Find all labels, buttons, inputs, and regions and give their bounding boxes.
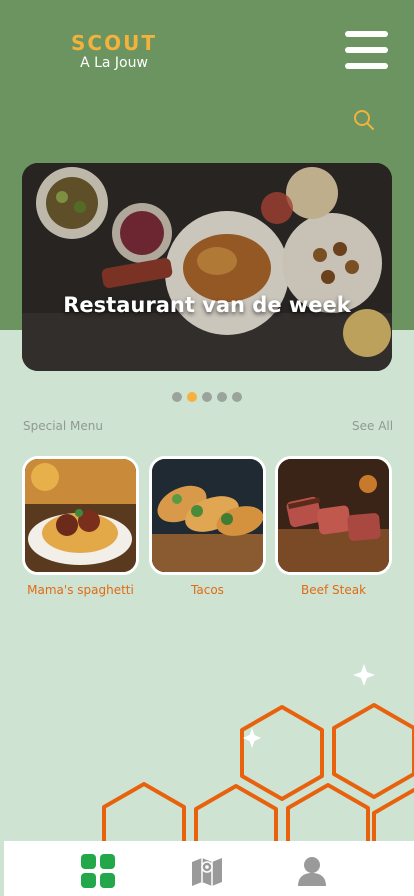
hamburger-line <box>345 47 388 53</box>
search-icon <box>354 110 374 130</box>
brand-logo: SCOUT A La Jouw <box>70 32 158 72</box>
hero-title: Restaurant van de week <box>63 293 351 317</box>
menu-card-label: Beef Steak <box>300 583 367 597</box>
carousel-dot[interactable] <box>172 392 182 402</box>
see-all-link[interactable]: See All <box>352 419 393 433</box>
spaghetti-image <box>22 456 139 575</box>
decorative-hexagon-pattern <box>0 650 414 850</box>
tacos-image <box>149 456 266 575</box>
nav-profile[interactable] <box>292 851 332 891</box>
menu-card-label: Tacos <box>191 583 224 597</box>
carousel-dot[interactable] <box>217 392 227 402</box>
carousel-dot[interactable] <box>202 392 212 402</box>
brand-name: SCOUT <box>71 31 157 55</box>
nav-map[interactable] <box>187 851 227 891</box>
hamburger-icon <box>345 31 388 37</box>
menu-card-tacos[interactable]: Tacos <box>149 456 266 598</box>
nav-home[interactable] <box>78 851 118 891</box>
beef-steak-image <box>275 456 392 575</box>
grid-icon <box>81 854 115 888</box>
section-title-special-menu: Special Menu <box>23 419 103 433</box>
carousel-dot[interactable] <box>232 392 242 402</box>
user-icon <box>298 857 326 886</box>
featured-restaurant-card[interactable]: Restaurant van de week <box>22 163 392 371</box>
map-icon <box>192 858 222 886</box>
bottom-navigation <box>4 841 414 896</box>
menu-card-beef-steak[interactable]: Beef Steak <box>275 456 392 598</box>
brand-tagline: A La Jouw <box>80 55 148 71</box>
search-button[interactable] <box>352 108 376 132</box>
menu-button[interactable] <box>345 31 388 69</box>
hero-food-image <box>22 163 392 371</box>
menu-card-spaghetti[interactable]: Mama's spaghetti <box>22 456 139 598</box>
carousel-indicator <box>172 392 242 402</box>
carousel-dot-active[interactable] <box>187 392 197 402</box>
hamburger-line <box>345 63 388 69</box>
menu-card-label: Mama's spaghetti <box>27 583 134 597</box>
